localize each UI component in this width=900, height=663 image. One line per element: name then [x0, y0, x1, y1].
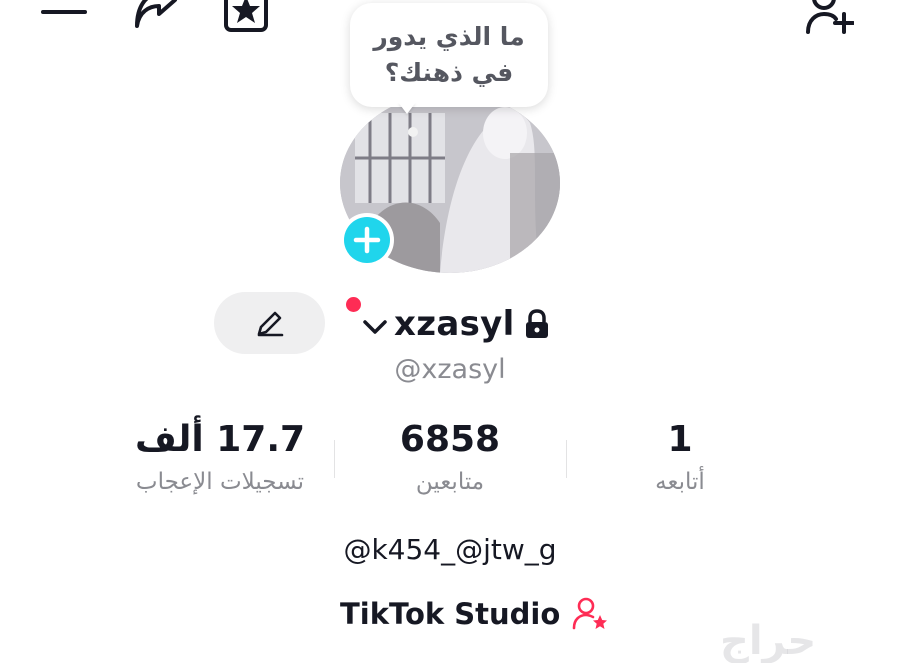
user-star-icon	[572, 597, 608, 630]
note-bubble[interactable]: ما الذي يدور في ذهنك؟	[350, 3, 548, 107]
followers-count: 6858	[399, 419, 501, 460]
following-count: 1	[667, 419, 693, 460]
stat-likes[interactable]: 17.7 ألف تسجيلات الإعجاب	[110, 418, 330, 502]
favorites-star-icon[interactable]	[222, 0, 270, 34]
notification-dot	[346, 297, 361, 312]
user-handle: @xzasyl	[394, 354, 506, 385]
edit-profile-button[interactable]	[214, 292, 325, 354]
studio-label: TikTok Studio	[340, 597, 561, 631]
stat-divider	[334, 440, 335, 478]
watermark-text: حراج	[720, 618, 817, 663]
bubble-tail	[398, 102, 416, 114]
following-label: أتابعه	[655, 469, 705, 495]
add-avatar-button[interactable]	[340, 213, 394, 267]
chevron-down-icon[interactable]	[360, 312, 390, 342]
menu-icon[interactable]	[40, 0, 88, 34]
bubble-line-2: في ذهنك؟	[384, 58, 514, 87]
bubble-dot	[408, 127, 418, 137]
add-friend-icon[interactable]	[806, 0, 854, 34]
likes-count: 17.7 ألف	[134, 419, 306, 460]
username: xzasyl	[394, 304, 515, 344]
bubble-line-1: ما الذي يدور	[373, 22, 525, 51]
share-arrow-icon[interactable]	[131, 0, 179, 34]
profile-screen: ما الذي يدور في ذهنك؟ xzasyl @xzasyl 17.…	[0, 0, 900, 663]
profile-bio: @k454_@jtw_g	[343, 533, 557, 566]
likes-label: تسجيلات الإعجاب	[135, 469, 305, 495]
lock-icon	[525, 309, 548, 338]
stat-divider	[566, 440, 567, 478]
tiktok-studio-link[interactable]: TikTok Studio	[340, 592, 608, 636]
stat-following[interactable]: 1 أتابعه	[570, 418, 790, 502]
stat-followers[interactable]: 6858 متابعين	[340, 418, 560, 502]
plus-icon	[344, 217, 390, 263]
pencil-icon	[257, 311, 283, 337]
username-row[interactable]: xzasyl	[346, 296, 551, 352]
followers-label: متابعين	[415, 469, 485, 495]
avatar-container	[340, 93, 560, 273]
